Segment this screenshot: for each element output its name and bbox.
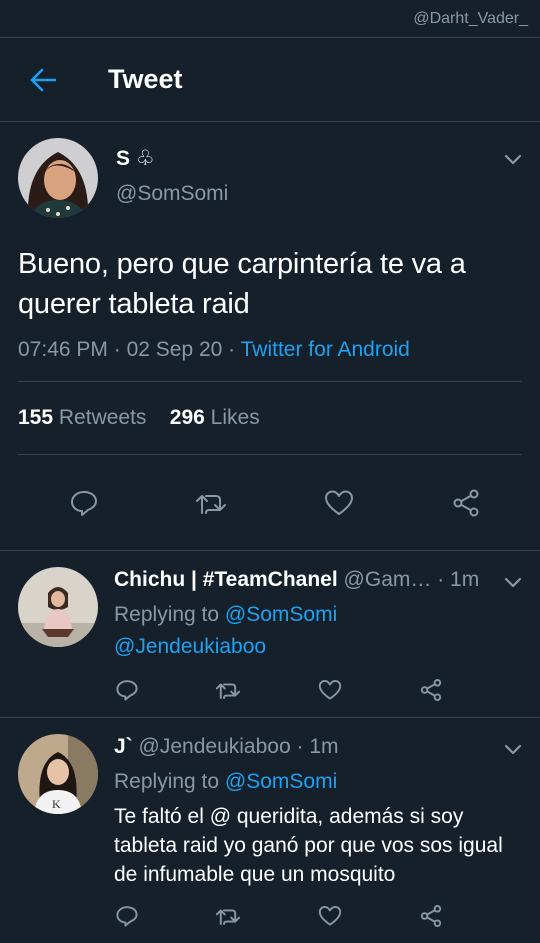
- reply-header: Chichu | #TeamChanel @Gam… · 1m: [114, 568, 480, 591]
- tweet-meta: 07:46 PM · 02 Sep 20 · Twitter for Andro…: [18, 338, 522, 382]
- avatar[interactable]: [18, 138, 98, 218]
- share-icon[interactable]: [418, 677, 444, 703]
- retweets-count: 155: [18, 406, 54, 429]
- avatar[interactable]: [18, 567, 98, 647]
- reply-actions: [114, 677, 444, 717]
- likes-count: 296: [169, 406, 205, 429]
- share-icon[interactable]: [450, 487, 482, 519]
- reply-author-name[interactable]: Chichu | #TeamChanel: [114, 568, 338, 591]
- reply-text: Te faltó el @ queridita, además si soy t…: [114, 805, 503, 886]
- svg-text:K: K: [52, 797, 61, 811]
- mention-link[interactable]: @SomSomi: [225, 770, 337, 793]
- likes-stat[interactable]: 296 Likes: [170, 406, 260, 429]
- mention-link[interactable]: @SomSomi: [225, 603, 337, 626]
- replying-to: Replying to @SomSomi: [114, 766, 522, 798]
- retweets-stat[interactable]: 155 Retweets: [18, 406, 146, 429]
- retweet-icon[interactable]: [215, 903, 241, 929]
- tweet-actions: [0, 455, 540, 551]
- likes-label: Likes: [210, 406, 260, 429]
- reply-author-name[interactable]: J`: [114, 735, 133, 758]
- like-icon[interactable]: [317, 903, 343, 929]
- retweets-label: Retweets: [58, 406, 147, 429]
- share-icon[interactable]: [418, 903, 444, 929]
- reply-icon[interactable]: [114, 677, 140, 703]
- page-title: Tweet: [108, 64, 183, 94]
- retweet-icon[interactable]: [195, 487, 227, 519]
- tweet-time: 07:46 PM: [18, 338, 108, 361]
- back-arrow-icon[interactable]: [18, 55, 68, 105]
- reply-actions: [114, 903, 444, 943]
- tweet-source-link[interactable]: Twitter for Android: [241, 338, 410, 361]
- like-icon[interactable]: [317, 677, 343, 703]
- chevron-down-icon[interactable]: [502, 148, 524, 170]
- like-icon[interactable]: [323, 487, 355, 519]
- tweet-text: Bueno, pero que carpintería te va a quer…: [18, 248, 466, 320]
- main-tweet: S ♧ @SomSomi Bueno, pero que carpintería…: [0, 122, 540, 551]
- replying-prefix: Replying to: [114, 603, 220, 626]
- replying-prefix: Replying to: [114, 770, 220, 793]
- reply-icon[interactable]: [114, 903, 140, 929]
- header: Tweet: [0, 38, 540, 122]
- chevron-down-icon[interactable]: [502, 571, 524, 593]
- avatar[interactable]: K: [18, 734, 98, 814]
- reply-icon[interactable]: [68, 487, 100, 519]
- chevron-down-icon[interactable]: [502, 738, 524, 760]
- reply-tweet[interactable]: Chichu | #TeamChanel @Gam… · 1m Replying…: [0, 551, 540, 718]
- reply-author-handle[interactable]: @Jendeukiaboo: [139, 735, 291, 758]
- replying-to: Replying to @SomSomi @Jendeukiaboo: [114, 599, 522, 663]
- reply-author-handle[interactable]: @Gam…: [344, 568, 432, 591]
- tweet-date: 02 Sep 20: [126, 338, 223, 361]
- reply-time: 1m: [450, 568, 480, 591]
- watermark: @Darht_Vader_: [413, 10, 528, 27]
- author-name[interactable]: S ♧: [116, 146, 228, 172]
- mention-link[interactable]: @Jendeukiaboo: [114, 635, 266, 658]
- reply-tweet[interactable]: K J` @Jendeukiaboo · 1m Replying to @Som…: [0, 718, 540, 943]
- author-handle[interactable]: @SomSomi: [116, 182, 228, 206]
- reply-time: 1m: [309, 735, 339, 758]
- watermark-bar: @Darht_Vader_: [0, 0, 540, 38]
- retweet-icon[interactable]: [215, 677, 241, 703]
- tweet-stats: 155 Retweets 296 Likes: [18, 382, 522, 455]
- reply-header: J` @Jendeukiaboo · 1m: [114, 735, 339, 758]
